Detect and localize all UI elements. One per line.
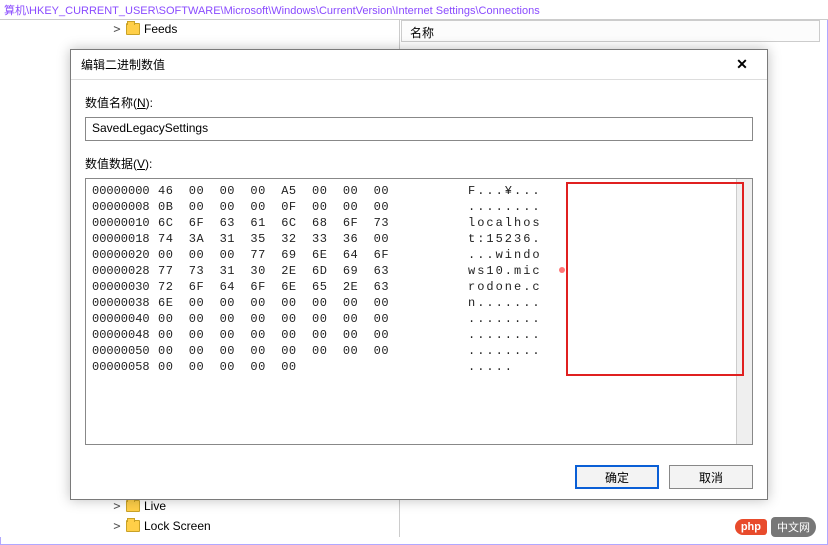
dialog-title: 编辑二进制数值 <box>81 56 165 73</box>
value-list[interactable]: 名称 <box>401 20 820 42</box>
hex-offset: 00000028 <box>92 263 158 279</box>
chevron-right-icon[interactable]: > <box>112 22 122 36</box>
hex-ascii: n....... <box>468 295 618 311</box>
hex-offset: 00000010 <box>92 215 158 231</box>
hex-bytes[interactable]: 46 00 00 00 A5 00 00 00 <box>158 183 468 199</box>
logo-text: 中文网 <box>771 517 816 537</box>
hex-ascii: localhos <box>468 215 618 231</box>
hex-offset: 00000000 <box>92 183 158 199</box>
dialog-titlebar[interactable]: 编辑二进制数值 ✕ <box>71 50 767 80</box>
hex-ascii: F...¥... <box>468 183 618 199</box>
chevron-right-icon[interactable]: > <box>112 499 122 513</box>
tree-item-label: Lock Screen <box>144 519 211 533</box>
hex-row[interactable]: 0000001874 3A 31 35 32 33 36 00t:15236. <box>92 231 746 247</box>
folder-icon <box>126 23 140 35</box>
scrollbar[interactable] <box>736 179 752 444</box>
label-text: 数值名称( <box>85 96 137 110</box>
watermark-dot <box>559 267 565 273</box>
hex-offset: 00000050 <box>92 343 158 359</box>
hex-row[interactable]: 0000002000 00 00 77 69 6E 64 6F...windo <box>92 247 746 263</box>
close-icon[interactable]: ✕ <box>725 54 759 76</box>
hex-bytes[interactable]: 00 00 00 00 00 00 00 00 <box>158 311 468 327</box>
hex-offset: 00000030 <box>92 279 158 295</box>
hex-bytes[interactable]: 00 00 00 00 00 <box>158 359 468 375</box>
site-logo: php 中文网 <box>735 517 816 537</box>
dialog-button-bar: 确定 取消 <box>71 455 767 499</box>
value-name-label: 数值名称(N): <box>85 94 753 111</box>
cancel-button[interactable]: 取消 <box>669 465 753 489</box>
chevron-right-icon[interactable]: > <box>112 519 122 533</box>
hex-offset: 00000040 <box>92 311 158 327</box>
hex-row[interactable]: 000000106C 6F 63 61 6C 68 6F 73localhos <box>92 215 746 231</box>
hex-bytes[interactable]: 0B 00 00 00 0F 00 00 00 <box>158 199 468 215</box>
hex-row[interactable]: 000000080B 00 00 00 0F 00 00 00........ <box>92 199 746 215</box>
hex-bytes[interactable]: 74 3A 31 35 32 33 36 00 <box>158 231 468 247</box>
hex-ascii: t:15236. <box>468 231 618 247</box>
tree-item-label: Feeds <box>144 22 177 36</box>
accelerator: V <box>137 157 145 171</box>
label-text: 数值数据( <box>85 157 137 171</box>
hex-bytes[interactable]: 6C 6F 63 61 6C 68 6F 73 <box>158 215 468 231</box>
hex-row[interactable]: 0000004800 00 00 00 00 00 00 00........ <box>92 327 746 343</box>
ok-button[interactable]: 确定 <box>575 465 659 489</box>
folder-icon <box>126 520 140 532</box>
hex-bytes[interactable]: 77 73 31 30 2E 6D 69 63 <box>158 263 468 279</box>
hex-bytes[interactable]: 6E 00 00 00 00 00 00 00 <box>158 295 468 311</box>
tree-item-label: Live <box>144 499 166 513</box>
hex-row[interactable]: 0000005800 00 00 00 00..... <box>92 359 746 375</box>
address-bar[interactable]: 算机\HKEY_CURRENT_USER\SOFTWARE\Microsoft\… <box>0 0 828 20</box>
column-header-name[interactable]: 名称 <box>401 20 820 42</box>
hex-bytes[interactable]: 72 6F 64 6F 6E 65 2E 63 <box>158 279 468 295</box>
hex-ascii: ........ <box>468 343 618 359</box>
edit-binary-dialog: 编辑二进制数值 ✕ 数值名称(N): SavedLegacySettings 数… <box>70 49 768 500</box>
hex-row[interactable]: 0000004000 00 00 00 00 00 00 00........ <box>92 311 746 327</box>
hex-row[interactable]: 0000003072 6F 64 6F 6E 65 2E 63rodone.c <box>92 279 746 295</box>
hex-offset: 00000020 <box>92 247 158 263</box>
hex-ascii: ........ <box>468 199 618 215</box>
hex-ascii: ws10.mic <box>468 263 618 279</box>
hex-ascii: ........ <box>468 311 618 327</box>
hex-offset: 00000008 <box>92 199 158 215</box>
tree-item[interactable]: > Lock Screen <box>0 517 399 535</box>
hex-row[interactable]: 000000386E 00 00 00 00 00 00 00n....... <box>92 295 746 311</box>
hex-row[interactable]: 0000002877 73 31 30 2E 6D 69 63ws10.mic <box>92 263 746 279</box>
hex-offset: 00000038 <box>92 295 158 311</box>
folder-icon <box>126 500 140 512</box>
hex-bytes[interactable]: 00 00 00 00 00 00 00 00 <box>158 327 468 343</box>
value-name-field[interactable]: SavedLegacySettings <box>85 117 753 141</box>
value-data-label: 数值数据(V): <box>85 155 753 172</box>
hex-offset: 00000018 <box>92 231 158 247</box>
hex-editor[interactable]: 0000000046 00 00 00 A5 00 00 00F...¥...0… <box>85 178 753 445</box>
hex-row[interactable]: 0000005000 00 00 00 00 00 00 00........ <box>92 343 746 359</box>
tree-item[interactable]: > Feeds <box>0 20 399 38</box>
label-text: ): <box>145 157 152 171</box>
hex-bytes[interactable]: 00 00 00 77 69 6E 64 6F <box>158 247 468 263</box>
hex-bytes[interactable]: 00 00 00 00 00 00 00 00 <box>158 343 468 359</box>
dialog-body: 数值名称(N): SavedLegacySettings 数值数据(V): 00… <box>71 80 767 455</box>
label-text: ): <box>146 96 153 110</box>
hex-ascii: rodone.c <box>468 279 618 295</box>
hex-ascii: ........ <box>468 327 618 343</box>
accelerator: N <box>137 96 146 110</box>
hex-offset: 00000058 <box>92 359 158 375</box>
hex-ascii: ..... <box>468 359 618 375</box>
hex-offset: 00000048 <box>92 327 158 343</box>
logo-badge: php <box>735 519 767 535</box>
hex-ascii: ...windo <box>468 247 618 263</box>
hex-row[interactable]: 0000000046 00 00 00 A5 00 00 00F...¥... <box>92 183 746 199</box>
